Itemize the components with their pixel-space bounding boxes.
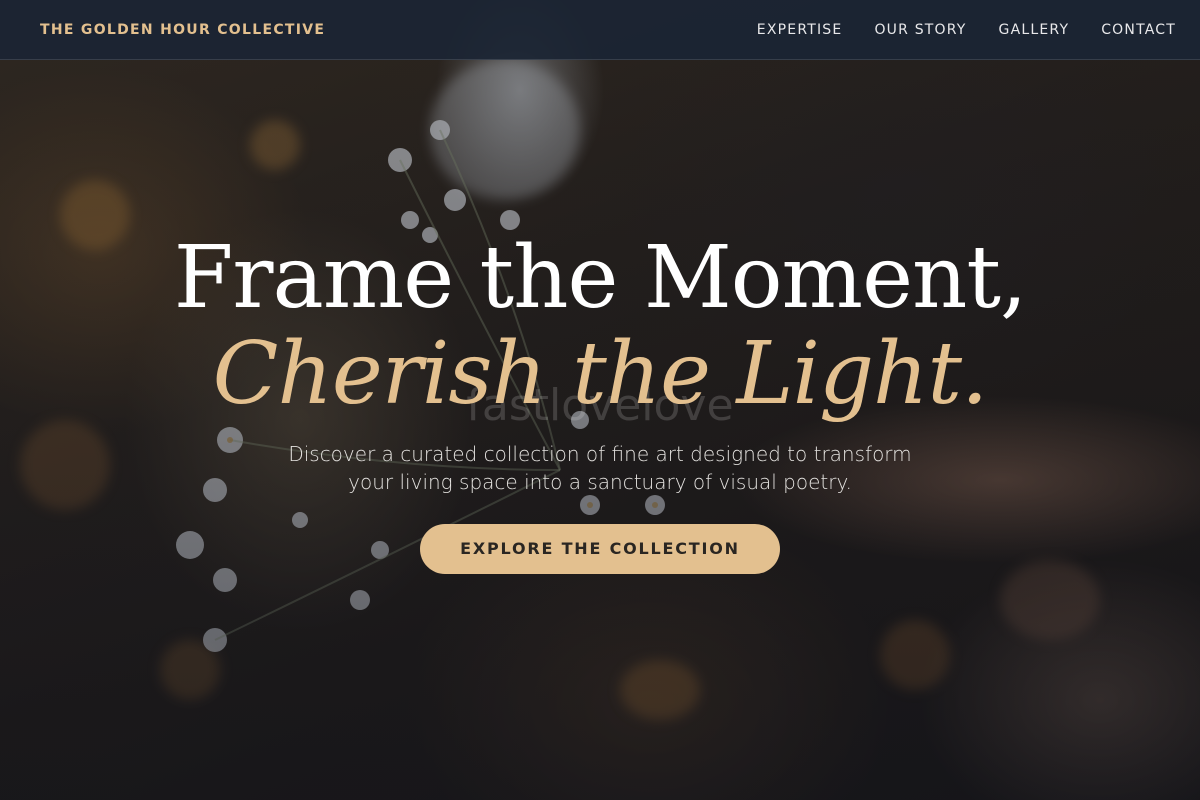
- explore-collection-button[interactable]: EXPLORE THE COLLECTION: [420, 524, 780, 574]
- hero-section: Frame the Moment, Cherish the Light. Dis…: [0, 230, 1200, 574]
- top-navigation-bar: THE GOLDEN HOUR COLLECTIVE EXPERTISE OUR…: [0, 0, 1200, 60]
- hero-title: Frame the Moment,: [173, 228, 1028, 328]
- hero-description: Discover a curated collection of fine ar…: [288, 442, 912, 494]
- nav-link-our-story[interactable]: OUR STORY: [874, 22, 966, 38]
- nav-link-gallery[interactable]: GALLERY: [999, 22, 1070, 38]
- brand-logo-text[interactable]: THE GOLDEN HOUR COLLECTIVE: [40, 22, 325, 38]
- nav-link-contact[interactable]: CONTACT: [1101, 22, 1176, 38]
- main-nav: EXPERTISE OUR STORY GALLERY CONTACT: [757, 22, 1176, 38]
- hero-subtitle: Cherish the Light.: [212, 324, 989, 424]
- nav-link-expertise[interactable]: EXPERTISE: [757, 22, 843, 38]
